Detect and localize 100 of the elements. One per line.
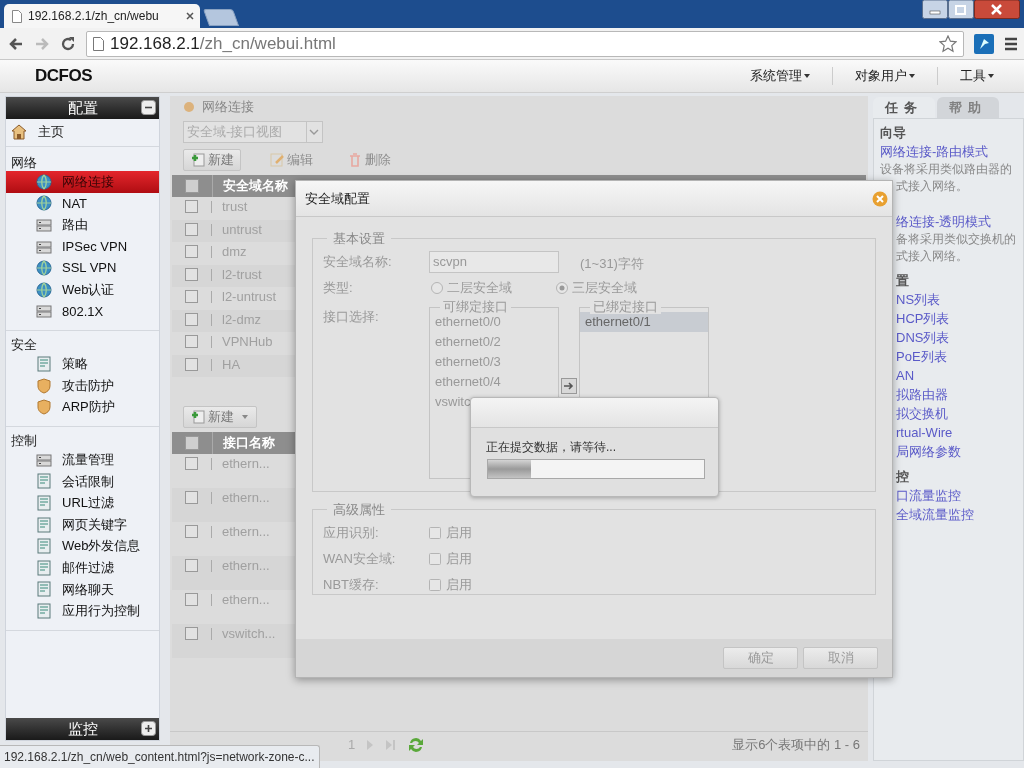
toolbar-button[interactable]: 新建 — [183, 149, 241, 171]
sidebar-item[interactable]: 主页 — [38, 121, 64, 142]
column-header: 安全域名称 — [222, 177, 288, 196]
panel-title: 监控 — [67, 718, 98, 739]
sidebar-item[interactable]: URL过滤 — [6, 492, 159, 514]
link[interactable]: 网络连接-路由模式 — [880, 142, 989, 161]
globe-icon — [36, 260, 52, 277]
checkbox[interactable] — [185, 245, 198, 258]
checkbox[interactable] — [185, 179, 199, 193]
section-heading: 置 — [896, 272, 909, 290]
checkbox[interactable] — [185, 267, 198, 281]
checkbox[interactable] — [185, 357, 198, 371]
expand-button[interactable] — [141, 721, 156, 736]
link[interactable]: DNS列表 — [896, 328, 950, 347]
add-icon — [190, 152, 206, 168]
checkbox[interactable] — [185, 525, 198, 538]
sidebar-item[interactable]: 攻击防护 — [6, 374, 159, 397]
shield-icon — [36, 399, 52, 416]
link[interactable]: 局网络参数 — [896, 442, 961, 461]
sidebar-item[interactable]: 策略 — [6, 353, 159, 375]
link[interactable]: HCP列表 — [896, 309, 950, 328]
new-button[interactable]: 新建 — [183, 406, 257, 428]
checkbox[interactable] — [429, 552, 441, 565]
checkbox[interactable] — [185, 593, 198, 606]
sidebar-item[interactable]: NAT — [6, 192, 159, 215]
checkbox[interactable] — [185, 559, 198, 572]
star-icon[interactable] — [939, 34, 957, 53]
sidebar-item[interactable]: SSL VPN — [6, 257, 159, 279]
link[interactable]: NS列表 — [896, 290, 941, 309]
browser-tab[interactable]: 192.168.2.1/zh_cn/webu — [4, 4, 200, 28]
caret-icon — [804, 74, 810, 78]
minimize-button[interactable] — [922, 0, 948, 19]
menu-icon[interactable] — [1004, 36, 1018, 51]
dialog-title: 安全域配置 — [305, 189, 371, 208]
sidebar-item[interactable]: Web外发信息 — [6, 535, 159, 557]
checkbox[interactable] — [185, 491, 198, 504]
link[interactable]: 拟路由器 — [896, 385, 948, 404]
checkbox[interactable] — [185, 290, 198, 303]
link[interactable]: rtual-Wire — [896, 423, 953, 442]
checkbox[interactable] — [185, 627, 198, 640]
reload-icon[interactable] — [60, 35, 76, 52]
sidebar-item[interactable]: 邮件过滤 — [6, 556, 159, 579]
panel-tab[interactable]: 帮助 — [937, 97, 999, 118]
last-page-icon[interactable] — [385, 738, 398, 751]
radio-label: 二层安全域 — [447, 278, 512, 297]
checkbox[interactable] — [185, 335, 198, 348]
sidebar-item[interactable]: ARP防护 — [6, 396, 159, 418]
menu-button[interactable]: 工具 — [938, 66, 1016, 86]
globe-icon — [36, 195, 52, 212]
address-bar[interactable]: 192.168.2.1/zh_cn/webui.html — [86, 30, 964, 57]
menu-button[interactable]: 对象用户 — [833, 66, 937, 86]
checkbox[interactable] — [185, 312, 198, 326]
trash-icon — [347, 152, 363, 168]
sidebar-item[interactable]: Web认证 — [6, 278, 159, 301]
house-icon — [11, 123, 27, 140]
close-icon[interactable] — [186, 12, 194, 20]
document-icon — [36, 581, 52, 598]
checkbox[interactable] — [185, 200, 198, 213]
list-title: 已绑定接口 — [590, 298, 661, 314]
sidebar-item[interactable]: 网页关键字 — [6, 513, 159, 536]
link[interactable]: 全域流量监控 — [896, 505, 974, 524]
link[interactable]: 拟交换机 — [896, 404, 948, 423]
panel-tab[interactable]: 任务 — [873, 97, 935, 118]
refresh-icon[interactable] — [407, 735, 426, 754]
sidebar-item[interactable]: 路由 — [6, 214, 159, 236]
back-icon[interactable] — [8, 35, 24, 52]
link[interactable]: 口流量监控 — [896, 486, 961, 505]
checkbox-label: 启用 — [446, 575, 472, 594]
description-text: 备将采用类似交换机的 — [896, 231, 1016, 248]
sidebar-item[interactable]: 802.1X — [6, 300, 159, 323]
sidebar-item[interactable]: 流量管理 — [6, 448, 159, 471]
checkbox-label: 启用 — [446, 523, 472, 542]
radio-button[interactable] — [556, 281, 568, 294]
collapse-button[interactable] — [141, 100, 156, 115]
globe-icon — [36, 173, 52, 190]
document-icon — [36, 494, 52, 511]
restore-button[interactable] — [948, 0, 974, 19]
checkbox[interactable] — [185, 457, 198, 470]
sidebar-item[interactable]: 网络连接 — [6, 171, 159, 193]
extension-icon[interactable] — [974, 33, 994, 54]
checkbox[interactable] — [185, 436, 199, 450]
link[interactable]: 络连接-透明模式 — [896, 212, 992, 231]
menu-button[interactable]: 系统管理 — [728, 66, 832, 86]
sidebar-item[interactable]: 应用行为控制 — [6, 600, 159, 622]
radio-button[interactable] — [431, 281, 443, 294]
checkbox[interactable] — [429, 578, 441, 591]
checkbox[interactable] — [429, 526, 441, 539]
radio-label: 三层安全域 — [572, 278, 637, 297]
link[interactable]: AN — [896, 366, 915, 385]
forward-icon[interactable] — [34, 35, 50, 52]
new-tab-button[interactable] — [202, 9, 240, 26]
description-text: 设备将采用类似路由器的 — [880, 161, 1012, 178]
link[interactable]: PoE列表 — [896, 347, 947, 366]
close-button[interactable] — [974, 0, 1020, 19]
sidebar-item[interactable]: IPSec VPN — [6, 235, 159, 258]
shield-icon — [36, 377, 52, 394]
sidebar-item[interactable]: 会话限制 — [6, 470, 159, 493]
checkbox[interactable] — [185, 222, 198, 236]
arrow-button[interactable] — [561, 377, 577, 394]
sidebar-item[interactable]: 网络聊天 — [6, 578, 159, 601]
